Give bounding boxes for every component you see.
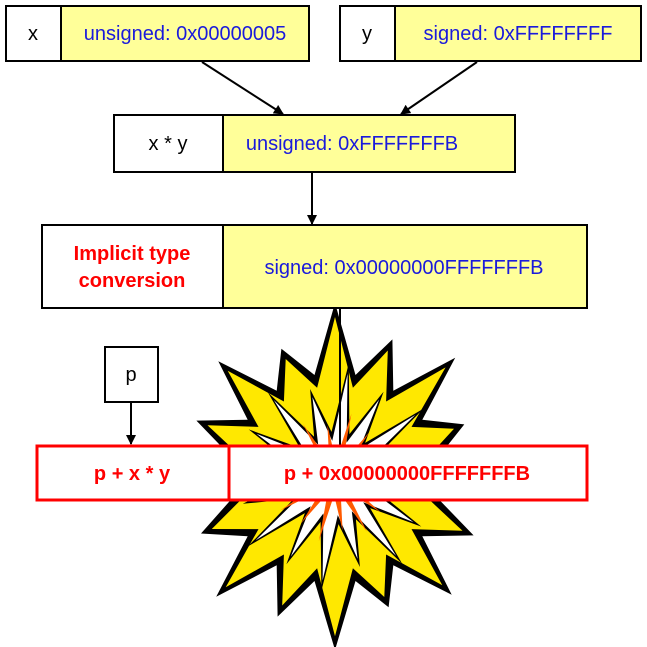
conversion-value: signed: 0x00000000FFFFFFFB xyxy=(264,257,543,279)
x-value: unsigned: 0x00000005 xyxy=(84,23,286,45)
y-box: y signed: 0xFFFFFFFF xyxy=(339,5,642,62)
result-value: p + 0x00000000FFFFFFFB xyxy=(284,463,530,485)
x-box: x unsigned: 0x00000005 xyxy=(5,5,310,62)
type-conversion-diagram: x unsigned: 0x00000005 y signed: 0xFFFFF… xyxy=(5,5,642,647)
p-box: p xyxy=(104,346,159,403)
arrow-y-to-product xyxy=(400,61,478,115)
p-label: p xyxy=(125,364,136,386)
x-label: x xyxy=(28,23,38,45)
conversion-box: Implicit type conversion signed: 0x00000… xyxy=(41,224,588,309)
arrow-x-to-product xyxy=(201,61,284,115)
product-value: unsigned: 0xFFFFFFFB xyxy=(246,133,458,155)
conversion-label-line1: Implicit type xyxy=(74,243,191,265)
result-box: p + x * y p + 0x00000000FFFFFFFB xyxy=(35,444,589,502)
product-box: x * y unsigned: 0xFFFFFFFB xyxy=(113,114,516,173)
conversion-label-line2: conversion xyxy=(79,270,186,292)
product-label: x * y xyxy=(149,133,188,155)
y-value: signed: 0xFFFFFFFF xyxy=(424,23,613,45)
result-label: p + x * y xyxy=(94,463,171,485)
y-label: y xyxy=(362,23,372,45)
